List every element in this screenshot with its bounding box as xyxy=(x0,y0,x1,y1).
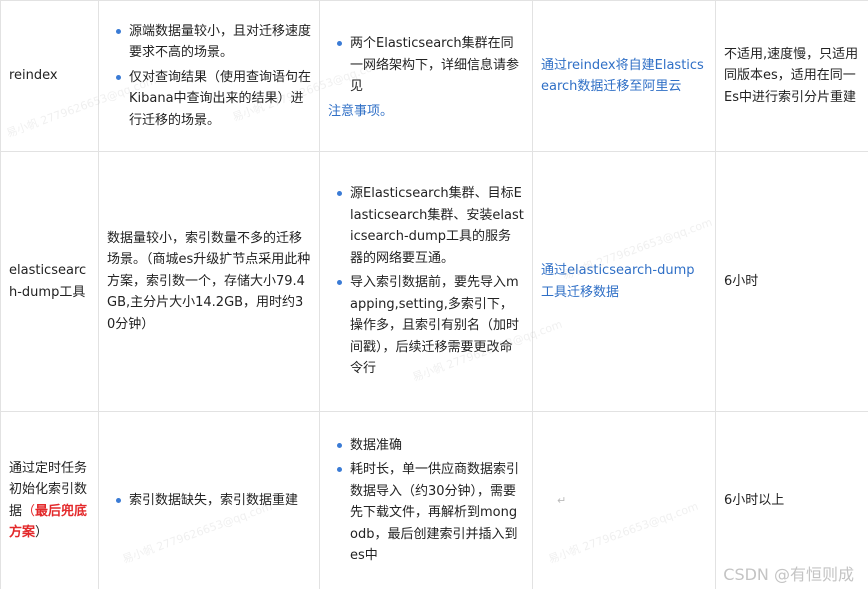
csdn-author-watermark: CSDN @有恒则成 xyxy=(723,565,854,584)
migration-methods-table: reindex 源端数据量较小，且对迁移速度要求不高的场景。 仅对查询结果（使用… xyxy=(0,0,868,589)
method-name: reindex xyxy=(9,68,58,84)
method-cell: 通过定时任务初始化索引数据（最后兜底方案） xyxy=(0,411,99,589)
precondition-list: 两个Elasticsearch集群在同一网络架构下，详细信息请参见 xyxy=(328,33,524,98)
method-cell: reindex xyxy=(0,0,99,152)
precondition-cell: 两个Elasticsearch集群在同一网络架构下，详细信息请参见 注意事项。 xyxy=(319,0,533,152)
doc-link-cell: ↵ xyxy=(532,411,716,589)
notes-link[interactable]: 注意事项。 xyxy=(328,101,524,123)
scenario-list: 源端数据量较小，且对迁移速度要求不高的场景。 仅对查询结果（使用查询语句在Kib… xyxy=(107,21,311,132)
duration-text: 6小时 xyxy=(724,273,759,289)
method-cell: elasticsearch-dump工具 xyxy=(0,151,99,412)
table-row: reindex 源端数据量较小，且对迁移速度要求不高的场景。 仅对查询结果（使用… xyxy=(0,0,868,152)
scenario-cell: 数据量较小，索引数量不多的迁移场景。（商城es升级扩节点采用此种方案，索引数一个… xyxy=(98,151,320,412)
doc-link-cell: 通过elasticsearch-dump工具迁移数据 xyxy=(532,151,716,412)
list-item: 两个Elasticsearch集群在同一网络架构下，详细信息请参见 xyxy=(328,33,524,98)
scenario-text: 数据量较小，索引数量不多的迁移场景。（商城es升级扩节点采用此种方案，索引数一个… xyxy=(107,230,311,332)
method-paren-close: ） xyxy=(35,525,49,540)
list-item: 仅对查询结果（使用查询语句在Kibana中查询出来的结果）进行迁移的场景。 xyxy=(107,67,311,132)
page: reindex 源端数据量较小，且对迁移速度要求不高的场景。 仅对查询结果（使用… xyxy=(0,0,868,589)
scenario-cell: 源端数据量较小，且对迁移速度要求不高的场景。 仅对查询结果（使用查询语句在Kib… xyxy=(98,0,320,152)
precondition-list: 源Elasticsearch集群、目标Elasticsearch集群、安装ela… xyxy=(328,183,524,380)
scenario-cell: 索引数据缺失，索引数据重建 xyxy=(98,411,320,589)
paragraph-return-icon: ↵ xyxy=(557,493,567,507)
table-row: elasticsearch-dump工具 数据量较小，索引数量不多的迁移场景。（… xyxy=(0,151,868,412)
doc-link-cell: 通过reindex将自建Elasticsearch数据迁移至阿里云 xyxy=(532,0,716,152)
reindex-doc-link[interactable]: 通过reindex将自建Elasticsearch数据迁移至阿里云 xyxy=(541,58,704,95)
duration-cell: 6小时 xyxy=(715,151,868,412)
duration-text: 6小时以上 xyxy=(724,492,785,508)
list-item: 索引数据缺失，索引数据重建 xyxy=(107,490,311,512)
method-name: elasticsearch-dump工具 xyxy=(9,263,87,300)
dump-doc-link[interactable]: 通过elasticsearch-dump工具迁移数据 xyxy=(541,263,695,300)
duration-cell: 不适用,速度慢，只适用同版本es，适用在同一Es中进行索引分片重建 xyxy=(715,0,868,152)
precondition-cell: 源Elasticsearch集群、目标Elasticsearch集群、安装ela… xyxy=(319,151,533,412)
list-item: 源Elasticsearch集群、目标Elasticsearch集群、安装ela… xyxy=(328,183,524,269)
list-item: 导入索引数据前，要先导入mapping,setting,多索引下，操作多，且索引… xyxy=(328,272,524,380)
method-paren-open: （ xyxy=(22,503,36,519)
precondition-cell: 数据准确 耗时长，单一供应商数据索引数据导入（约30分钟），需要先下载文件，再解… xyxy=(319,411,533,589)
duration-text: 不适用,速度慢，只适用同版本es，适用在同一Es中进行索引分片重建 xyxy=(724,46,859,105)
precondition-list: 数据准确 耗时长，单一供应商数据索引数据导入（约30分钟），需要先下载文件，再解… xyxy=(328,435,524,567)
list-item: 数据准确 xyxy=(328,435,524,457)
scenario-list: 索引数据缺失，索引数据重建 xyxy=(107,490,311,512)
list-item: 源端数据量较小，且对迁移速度要求不高的场景。 xyxy=(107,21,311,64)
list-item: 耗时长，单一供应商数据索引数据导入（约30分钟），需要先下载文件，再解析到mon… xyxy=(328,459,524,567)
